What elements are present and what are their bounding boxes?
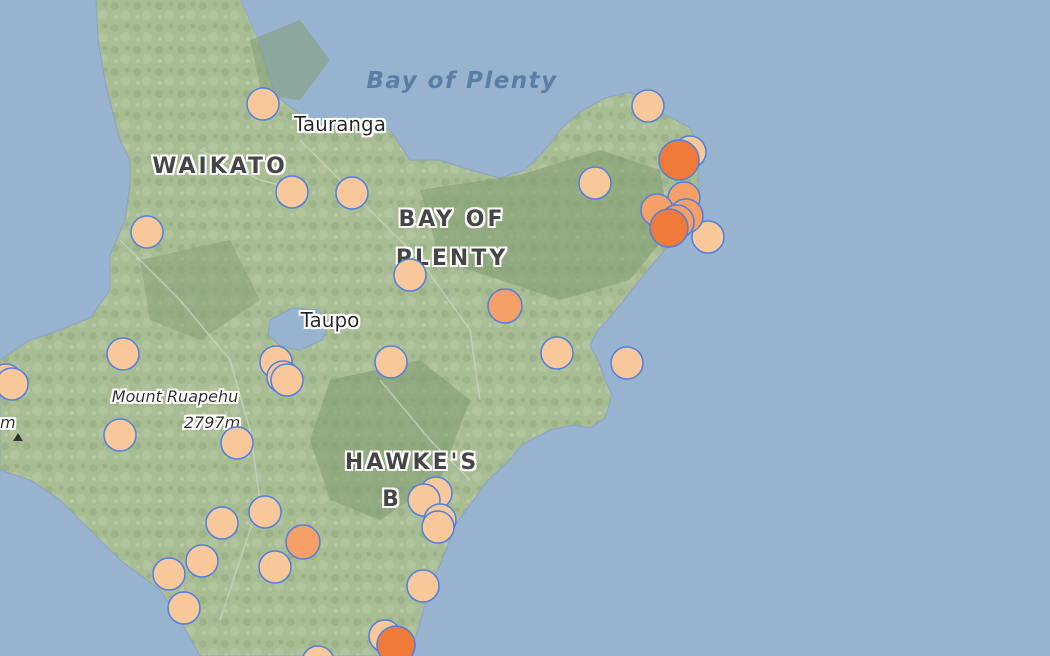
quake-marker[interactable] — [248, 495, 282, 529]
region-label-waikato: WAIKATO — [152, 154, 288, 179]
quake-marker[interactable] — [152, 557, 186, 591]
water-label-bay-of-plenty: Bay of Plenty — [366, 68, 557, 94]
region-label-hawkes: HAWKE'S — [345, 450, 479, 475]
quake-marker[interactable] — [421, 510, 455, 544]
quake-marker[interactable] — [130, 215, 164, 249]
quake-marker[interactable] — [540, 336, 574, 370]
quake-marker[interactable] — [167, 591, 201, 625]
map-view[interactable]: Bay of Plenty Tauranga WAIKATO BAY OF PL… — [0, 0, 1050, 656]
quake-marker[interactable] — [220, 426, 254, 460]
region-label-bay-of: BAY OF — [398, 207, 505, 232]
quake-marker[interactable] — [258, 550, 292, 584]
quake-marker[interactable] — [246, 87, 280, 121]
quake-marker[interactable] — [393, 258, 427, 292]
quake-marker[interactable] — [487, 288, 523, 324]
peak-label-ruapehu: Mount Ruapehu — [112, 387, 239, 406]
quake-marker[interactable] — [610, 346, 644, 380]
quake-marker[interactable] — [106, 337, 140, 371]
quake-marker[interactable] — [285, 524, 321, 560]
quake-marker[interactable] — [649, 208, 689, 248]
quake-marker[interactable] — [376, 625, 416, 656]
quake-marker[interactable] — [270, 363, 304, 397]
quake-marker[interactable] — [103, 418, 137, 452]
quake-marker[interactable] — [374, 345, 408, 379]
quake-marker[interactable] — [631, 89, 665, 123]
quake-marker[interactable] — [406, 569, 440, 603]
peak-elevation-edge: m — [0, 413, 16, 432]
town-label-tauranga: Tauranga — [293, 112, 386, 136]
quake-marker[interactable] — [275, 175, 309, 209]
quake-marker[interactable] — [335, 176, 369, 210]
quake-marker[interactable] — [658, 139, 700, 181]
region-label-hawkes-bay-b: B — [382, 487, 402, 512]
town-label-taupo: Taupo — [300, 308, 360, 332]
quake-marker[interactable] — [578, 166, 612, 200]
quake-marker[interactable] — [185, 544, 219, 578]
quake-marker[interactable] — [0, 367, 29, 401]
map-canvas: Bay of Plenty Tauranga WAIKATO BAY OF PL… — [0, 0, 1050, 656]
quake-marker[interactable] — [205, 506, 239, 540]
